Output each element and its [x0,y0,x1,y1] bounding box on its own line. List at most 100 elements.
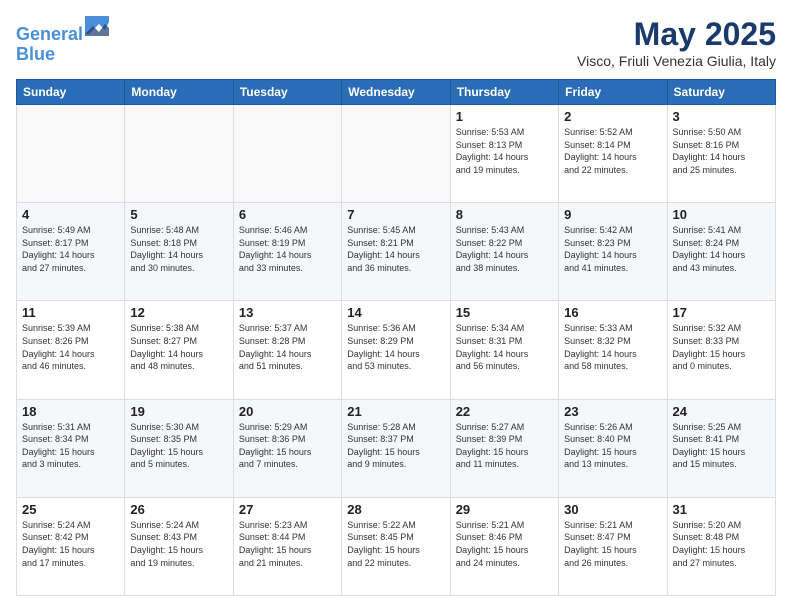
day-number: 4 [22,207,119,222]
logo: General Blue [16,16,109,65]
day-info: Sunrise: 5:21 AM Sunset: 8:46 PM Dayligh… [456,519,553,569]
day-number: 1 [456,109,553,124]
day-info: Sunrise: 5:49 AM Sunset: 8:17 PM Dayligh… [22,224,119,274]
day-info: Sunrise: 5:41 AM Sunset: 8:24 PM Dayligh… [673,224,770,274]
col-header-sunday: Sunday [17,80,125,105]
calendar-cell: 15Sunrise: 5:34 AM Sunset: 8:31 PM Dayli… [450,301,558,399]
calendar-cell: 4 Sunrise: 5:49 AM Sunset: 8:17 PM Daylig… [17,203,125,301]
day-info: Sunrise: 5:24 AM Sunset: 8:42 PM Dayligh… [22,519,119,569]
calendar-header-row: SundayMondayTuesdayWednesdayThursdayFrid… [17,80,776,105]
day-info: Sunrise: 5:24 AM Sunset: 8:43 PM Dayligh… [130,519,227,569]
calendar-cell: 29 Sunrise: 5:21 AM Sunset: 8:46 PM Dayli… [450,497,558,595]
day-info: Sunrise: 5:33 AM Sunset: 8:32 PM Dayligh… [564,322,661,372]
day-info: Sunrise: 5:42 AM Sunset: 8:23 PM Dayligh… [564,224,661,274]
day-info: Sunrise: 5:37 AM Sunset: 8:28 PM Dayligh… [239,322,336,372]
day-info: Sunrise: 5:38 AM Sunset: 8:27 PM Dayligh… [130,322,227,372]
calendar-cell: 13 Sunrise: 5:37 AM Sunset: 8:28 PM Dayli… [233,301,341,399]
day-number: 19 [130,404,227,419]
day-info: Sunrise: 5:52 AM Sunset: 8:14 PM Dayligh… [564,126,661,176]
day-number: 22 [456,404,553,419]
calendar-cell: 12 Sunrise: 5:38 AM Sunset: 8:27 PM Dayli… [125,301,233,399]
calendar-cell: 11 Sunrise: 5:39 AM Sunset: 8:26 PM Dayli… [17,301,125,399]
calendar-body: 1 Sunrise: 5:53 AM Sunset: 8:13 PM Daylig… [17,105,776,596]
calendar-cell: 22 Sunrise: 5:27 AM Sunset: 8:39 PM Dayli… [450,399,558,497]
day-info: Sunrise: 5:22 AM Sunset: 8:45 PM Dayligh… [347,519,444,569]
calendar-cell: 17 Sunrise: 5:32 AM Sunset: 8:33 PM Dayli… [667,301,775,399]
calendar-cell: 19 Sunrise: 5:30 AM Sunset: 8:35 PM Dayli… [125,399,233,497]
day-info: Sunrise: 5:23 AM Sunset: 8:44 PM Dayligh… [239,519,336,569]
calendar-cell: 3 Sunrise: 5:50 AM Sunset: 8:16 PM Daylig… [667,105,775,203]
day-info: Sunrise: 5:28 AM Sunset: 8:37 PM Dayligh… [347,421,444,471]
calendar-cell: 26 Sunrise: 5:24 AM Sunset: 8:43 PM Dayli… [125,497,233,595]
calendar-table: SundayMondayTuesdayWednesdayThursdayFrid… [16,79,776,596]
calendar-cell: 31 Sunrise: 5:20 AM Sunset: 8:48 PM Dayli… [667,497,775,595]
day-number: 17 [673,305,770,320]
calendar-week-1: 1 Sunrise: 5:53 AM Sunset: 8:13 PM Daylig… [17,105,776,203]
calendar-cell: 27Sunrise: 5:23 AM Sunset: 8:44 PM Dayli… [233,497,341,595]
day-number: 15 [456,305,553,320]
calendar-week-2: 4 Sunrise: 5:49 AM Sunset: 8:17 PM Daylig… [17,203,776,301]
day-number: 25 [22,502,119,517]
day-number: 29 [456,502,553,517]
calendar-cell: 21Sunrise: 5:28 AM Sunset: 8:37 PM Dayli… [342,399,450,497]
calendar-cell: 30Sunrise: 5:21 AM Sunset: 8:47 PM Dayli… [559,497,667,595]
day-info: Sunrise: 5:31 AM Sunset: 8:34 PM Dayligh… [22,421,119,471]
day-number: 8 [456,207,553,222]
calendar-cell [233,105,341,203]
day-info: Sunrise: 5:30 AM Sunset: 8:35 PM Dayligh… [130,421,227,471]
day-info: Sunrise: 5:39 AM Sunset: 8:26 PM Dayligh… [22,322,119,372]
logo-icon [85,16,109,40]
day-info: Sunrise: 5:43 AM Sunset: 8:22 PM Dayligh… [456,224,553,274]
day-info: Sunrise: 5:32 AM Sunset: 8:33 PM Dayligh… [673,322,770,372]
col-header-wednesday: Wednesday [342,80,450,105]
day-number: 2 [564,109,661,124]
day-number: 31 [673,502,770,517]
day-number: 26 [130,502,227,517]
day-info: Sunrise: 5:46 AM Sunset: 8:19 PM Dayligh… [239,224,336,274]
day-number: 10 [673,207,770,222]
day-number: 14 [347,305,444,320]
calendar-cell: 7Sunrise: 5:45 AM Sunset: 8:21 PM Daylig… [342,203,450,301]
calendar-week-4: 18Sunrise: 5:31 AM Sunset: 8:34 PM Dayli… [17,399,776,497]
day-number: 13 [239,305,336,320]
day-info: Sunrise: 5:36 AM Sunset: 8:29 PM Dayligh… [347,322,444,372]
calendar-week-5: 25 Sunrise: 5:24 AM Sunset: 8:42 PM Dayli… [17,497,776,595]
calendar-cell: 8 Sunrise: 5:43 AM Sunset: 8:22 PM Daylig… [450,203,558,301]
day-info: Sunrise: 5:26 AM Sunset: 8:40 PM Dayligh… [564,421,661,471]
calendar-cell: 2 Sunrise: 5:52 AM Sunset: 8:14 PM Daylig… [559,105,667,203]
day-info: Sunrise: 5:53 AM Sunset: 8:13 PM Dayligh… [456,126,553,176]
calendar-cell: 28 Sunrise: 5:22 AM Sunset: 8:45 PM Dayli… [342,497,450,595]
day-info: Sunrise: 5:50 AM Sunset: 8:16 PM Dayligh… [673,126,770,176]
calendar-cell: 14 Sunrise: 5:36 AM Sunset: 8:29 PM Dayli… [342,301,450,399]
logo-blue: Blue [16,45,109,65]
day-number: 9 [564,207,661,222]
day-info: Sunrise: 5:20 AM Sunset: 8:48 PM Dayligh… [673,519,770,569]
day-info: Sunrise: 5:29 AM Sunset: 8:36 PM Dayligh… [239,421,336,471]
location-title: Visco, Friuli Venezia Giulia, Italy [577,53,776,69]
calendar-cell [342,105,450,203]
calendar-cell: 18Sunrise: 5:31 AM Sunset: 8:34 PM Dayli… [17,399,125,497]
calendar-cell: 23Sunrise: 5:26 AM Sunset: 8:40 PM Dayli… [559,399,667,497]
calendar-cell: 16Sunrise: 5:33 AM Sunset: 8:32 PM Dayli… [559,301,667,399]
day-number: 6 [239,207,336,222]
day-info: Sunrise: 5:25 AM Sunset: 8:41 PM Dayligh… [673,421,770,471]
day-number: 3 [673,109,770,124]
day-number: 11 [22,305,119,320]
calendar-cell: 24Sunrise: 5:25 AM Sunset: 8:41 PM Dayli… [667,399,775,497]
calendar-cell: 20Sunrise: 5:29 AM Sunset: 8:36 PM Dayli… [233,399,341,497]
title-block: May 2025 Visco, Friuli Venezia Giulia, I… [577,16,776,69]
day-number: 28 [347,502,444,517]
calendar-cell [17,105,125,203]
col-header-friday: Friday [559,80,667,105]
day-info: Sunrise: 5:45 AM Sunset: 8:21 PM Dayligh… [347,224,444,274]
day-info: Sunrise: 5:27 AM Sunset: 8:39 PM Dayligh… [456,421,553,471]
calendar-week-3: 11 Sunrise: 5:39 AM Sunset: 8:26 PM Dayli… [17,301,776,399]
col-header-thursday: Thursday [450,80,558,105]
calendar-cell: 5Sunrise: 5:48 AM Sunset: 8:18 PM Daylig… [125,203,233,301]
day-info: Sunrise: 5:21 AM Sunset: 8:47 PM Dayligh… [564,519,661,569]
calendar-cell: 25 Sunrise: 5:24 AM Sunset: 8:42 PM Dayli… [17,497,125,595]
day-number: 5 [130,207,227,222]
col-header-saturday: Saturday [667,80,775,105]
calendar-cell: 9 Sunrise: 5:42 AM Sunset: 8:23 PM Daylig… [559,203,667,301]
day-number: 12 [130,305,227,320]
